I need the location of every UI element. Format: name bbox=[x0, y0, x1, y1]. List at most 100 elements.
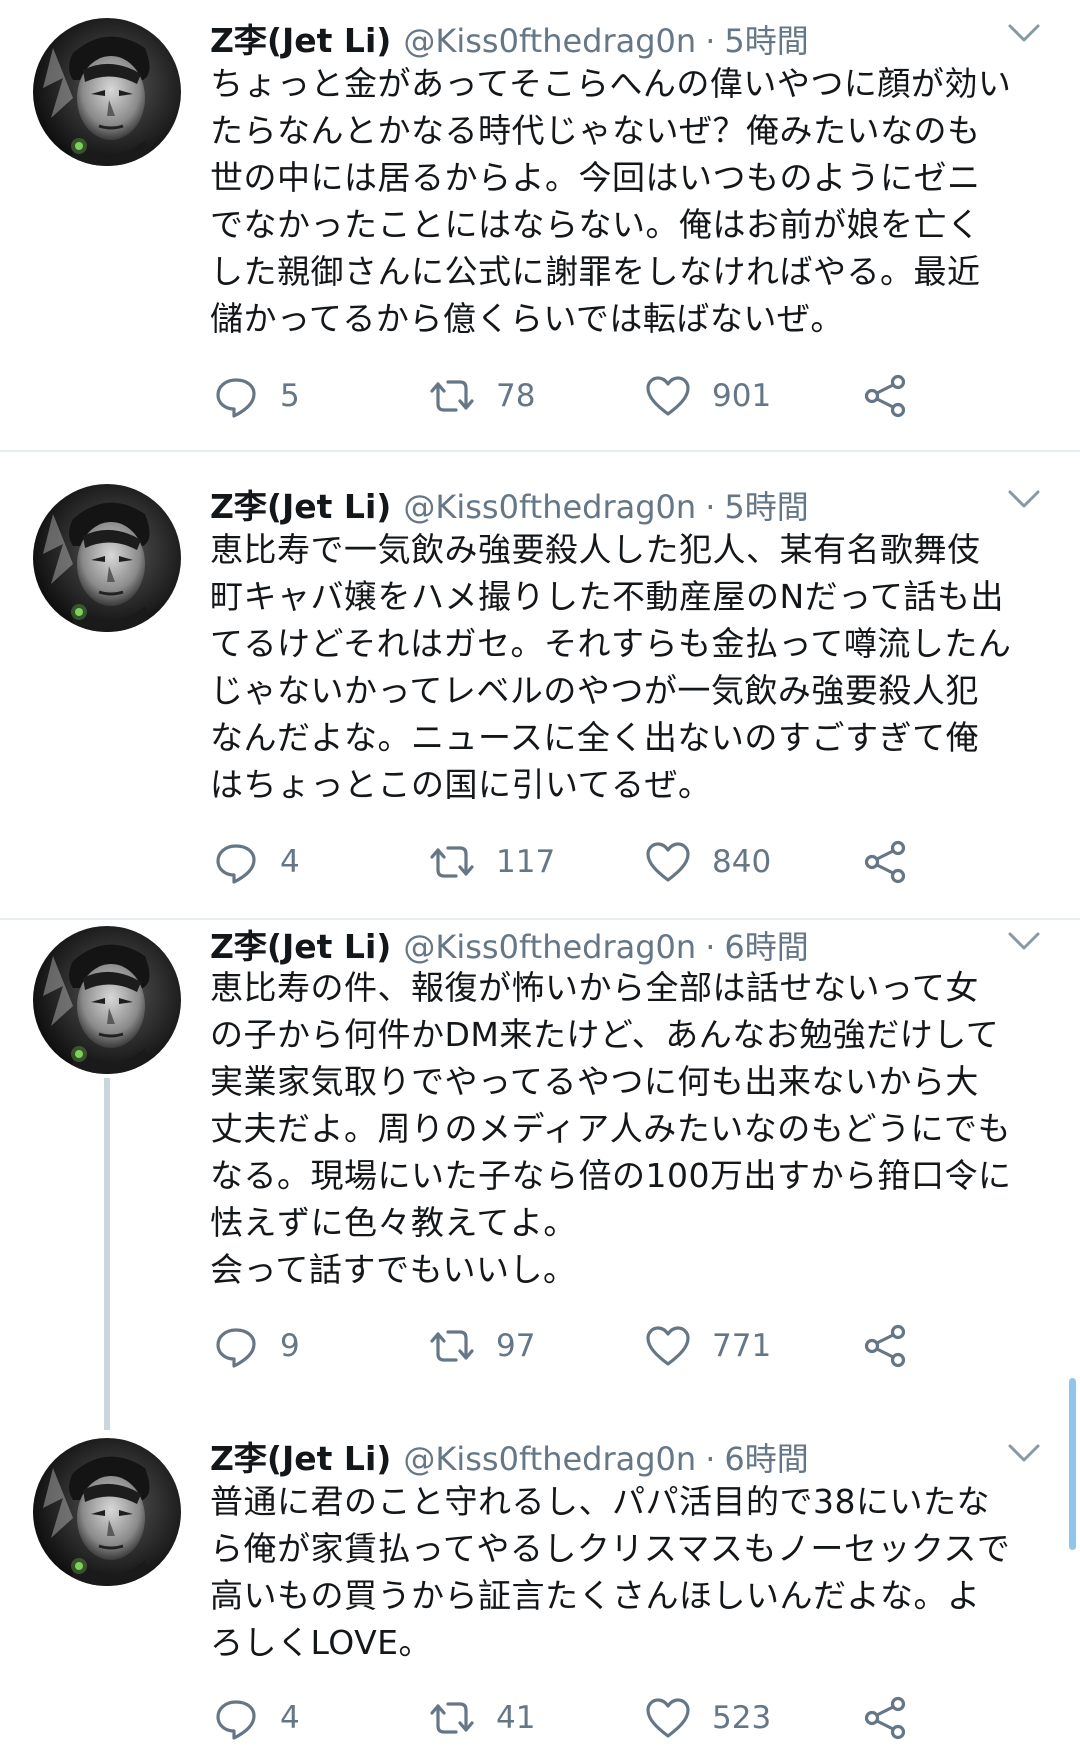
retweet-arrows-icon bbox=[430, 380, 474, 412]
reply-button[interactable]: 5 bbox=[212, 366, 300, 426]
tweet[interactable]: Z李(Jet Li) @Kiss0fthedrag0n · 5時間 ちょっと金が… bbox=[0, 0, 1080, 450]
retweet-count: 97 bbox=[496, 1328, 536, 1364]
tweet-header: Z李(Jet Li) @Kiss0fthedrag0n · 5時間 bbox=[210, 14, 809, 60]
reply-button[interactable]: 9 bbox=[212, 1316, 300, 1376]
tweet-actions: 9 97 771 bbox=[210, 1316, 1010, 1376]
retweet-arrows-icon bbox=[430, 846, 474, 878]
tweet-text-line: でなかったことにはならない。俺はお前が娘を亡く bbox=[210, 205, 981, 244]
reply-count: 9 bbox=[280, 1328, 300, 1364]
tweet-header: Z李(Jet Li) @Kiss0fthedrag0n · 6時間 bbox=[210, 1432, 809, 1478]
heart-outline-icon bbox=[646, 1698, 690, 1738]
like-count: 840 bbox=[712, 844, 772, 880]
share-button[interactable] bbox=[862, 1688, 910, 1748]
tweet-header: Z李(Jet Li) @Kiss0fthedrag0n · 6時間 bbox=[210, 920, 809, 966]
display-name[interactable]: Z李(Jet Li) bbox=[210, 14, 391, 62]
share-button[interactable] bbox=[862, 366, 910, 426]
tweet-text-line: ら俺が家賃払ってやるしクリスマスもノーセックスで bbox=[210, 1529, 1011, 1568]
tweet-text: 普通に君のこと守れるし、パパ活目的で38にいたな ら俺が家賃払ってやるしクリスマ… bbox=[210, 1478, 1050, 1666]
tweet-text-line: 怯えずに色々教えてよ。 bbox=[210, 1203, 577, 1242]
timestamp[interactable]: 6時間 bbox=[724, 922, 808, 968]
user-handle[interactable]: @Kiss0fthedrag0n bbox=[403, 488, 696, 526]
timestamp[interactable]: 5時間 bbox=[724, 482, 808, 528]
heart-outline-icon bbox=[646, 842, 690, 882]
like-count: 901 bbox=[712, 378, 772, 414]
share-button[interactable] bbox=[862, 832, 910, 892]
tweet-text-line: 高いもの買うから証言たくさんほしいんだよな。よ bbox=[210, 1576, 981, 1615]
retweet-arrows-icon bbox=[430, 1330, 474, 1362]
timestamp[interactable]: 5時間 bbox=[724, 16, 808, 62]
separator-dot: · bbox=[705, 1440, 716, 1478]
tweet-header: Z李(Jet Li) @Kiss0fthedrag0n · 5時間 bbox=[210, 480, 809, 526]
reply-count: 5 bbox=[280, 378, 300, 414]
like-button[interactable]: 523 bbox=[644, 1688, 771, 1748]
avatar[interactable] bbox=[33, 1438, 181, 1586]
tweet-actions: 4 117 840 bbox=[210, 832, 1010, 892]
tweet-text-line: なる。現場にいた子なら倍の100万出すから箝口令に bbox=[210, 1156, 1012, 1195]
tweet-text-line: 世の中には居るからよ。今回はいつものようにゼニ bbox=[210, 158, 981, 197]
tweet-text-line: てるけどそれはガセ。それすらも金払って噂流したん bbox=[210, 624, 1012, 663]
chevron-down-icon[interactable] bbox=[1002, 920, 1046, 964]
tweet-text-line: じゃないかってレベルのやつが一気飲み強要殺人犯 bbox=[210, 671, 979, 710]
like-button[interactable]: 840 bbox=[644, 832, 771, 892]
tweet-text-line: ちょっと金があってそこらへんの偉いやつに顔が効い bbox=[210, 64, 1012, 103]
retweet-button[interactable]: 97 bbox=[428, 1316, 535, 1376]
tweet-text-line: の子から何件かDM来たけど、あんなお勉強だけして bbox=[210, 1015, 1000, 1054]
avatar[interactable] bbox=[33, 484, 181, 632]
chevron-down-icon[interactable] bbox=[1002, 12, 1046, 56]
display-name[interactable]: Z李(Jet Li) bbox=[210, 1432, 391, 1480]
tweet-text-line: 普通に君のこと守れるし、パパ活目的で38にいたな bbox=[210, 1482, 990, 1521]
heart-outline-icon bbox=[646, 1326, 690, 1366]
share-nodes-icon bbox=[864, 374, 906, 418]
tweet[interactable]: Z李(Jet Li) @Kiss0fthedrag0n · 6時間 恵比寿の件、… bbox=[0, 920, 1080, 1438]
tweet-text-line: 町キャバ嬢をハメ撮りした不動産屋のNだって話も出 bbox=[210, 577, 1005, 616]
tweet[interactable]: Z李(Jet Li) @Kiss0fthedrag0n · 5時間 恵比寿で一気… bbox=[0, 452, 1080, 918]
chevron-down-icon[interactable] bbox=[1002, 478, 1046, 522]
retweet-count: 117 bbox=[496, 844, 556, 880]
tweet-text: 恵比寿で一気飲み強要殺人した犯人、某有名歌舞伎 町キャバ嬢をハメ撮りした不動産屋… bbox=[210, 526, 1050, 808]
tweet-actions: 5 78 901 bbox=[210, 366, 1010, 426]
timestamp[interactable]: 6時間 bbox=[724, 1434, 808, 1480]
like-count: 771 bbox=[712, 1328, 772, 1364]
heart-outline-icon bbox=[646, 376, 690, 416]
tweet-actions: 4 41 523 bbox=[210, 1688, 1010, 1748]
speech-bubble-icon bbox=[216, 1328, 256, 1368]
tweet-text-line: 恵比寿で一気飲み強要殺人した犯人、某有名歌舞伎 bbox=[210, 530, 981, 569]
retweet-count: 78 bbox=[496, 378, 536, 414]
separator-dot: · bbox=[705, 928, 716, 966]
tweet-text-line: 儲かってるから億くらいでは転ばないぜ。 bbox=[210, 299, 844, 338]
display-name[interactable]: Z李(Jet Li) bbox=[210, 920, 391, 968]
tweet-text-line: 会って話すでもいいし。 bbox=[210, 1250, 577, 1289]
speech-bubble-icon bbox=[216, 844, 256, 884]
reply-button[interactable]: 4 bbox=[212, 1688, 300, 1748]
tweet[interactable]: Z李(Jet Li) @Kiss0fthedrag0n · 6時間 普通に君のこ… bbox=[0, 1438, 1080, 1758]
chevron-down-icon[interactable] bbox=[1002, 1432, 1046, 1476]
like-button[interactable]: 771 bbox=[644, 1316, 771, 1376]
tweet-text: 恵比寿の件、報復が怖いから全部は話せないって女 の子から何件かDM来たけど、あん… bbox=[210, 964, 1050, 1293]
display-name[interactable]: Z李(Jet Li) bbox=[210, 480, 391, 528]
user-handle[interactable]: @Kiss0fthedrag0n bbox=[403, 928, 696, 966]
thread-connector-line bbox=[104, 1078, 110, 1430]
user-handle[interactable]: @Kiss0fthedrag0n bbox=[403, 22, 696, 60]
reply-count: 4 bbox=[280, 844, 300, 880]
tweet-text-line: した親御さんに公式に謝罪をしなければやる。最近 bbox=[210, 252, 981, 291]
like-button[interactable]: 901 bbox=[644, 366, 771, 426]
user-handle[interactable]: @Kiss0fthedrag0n bbox=[403, 1440, 696, 1478]
tweet-text: ちょっと金があってそこらへんの偉いやつに顔が効い たらなんとかなる時代じゃないぜ… bbox=[210, 60, 1050, 342]
reply-button[interactable]: 4 bbox=[212, 832, 300, 892]
retweet-button[interactable]: 117 bbox=[428, 832, 555, 892]
avatar[interactable] bbox=[33, 926, 181, 1074]
share-nodes-icon bbox=[864, 840, 906, 884]
tweet-text-line: 恵比寿の件、報復が怖いから全部は話せないって女 bbox=[210, 968, 979, 1007]
tweet-text-line: 実業家気取りでやってるやつに何も出来ないから大 bbox=[210, 1062, 979, 1101]
retweet-button[interactable]: 78 bbox=[428, 366, 535, 426]
share-button[interactable] bbox=[862, 1316, 910, 1376]
separator-dot: · bbox=[705, 22, 716, 60]
avatar[interactable] bbox=[33, 18, 181, 166]
speech-bubble-icon bbox=[216, 378, 256, 418]
reply-count: 4 bbox=[280, 1700, 300, 1736]
scrollbar[interactable] bbox=[1069, 1378, 1076, 1550]
like-count: 523 bbox=[712, 1700, 772, 1736]
retweet-button[interactable]: 41 bbox=[428, 1688, 535, 1748]
separator-dot: · bbox=[705, 488, 716, 526]
tweet-text-line: なんだよな。ニュースに全く出ないのすごすぎて俺 bbox=[210, 718, 980, 757]
